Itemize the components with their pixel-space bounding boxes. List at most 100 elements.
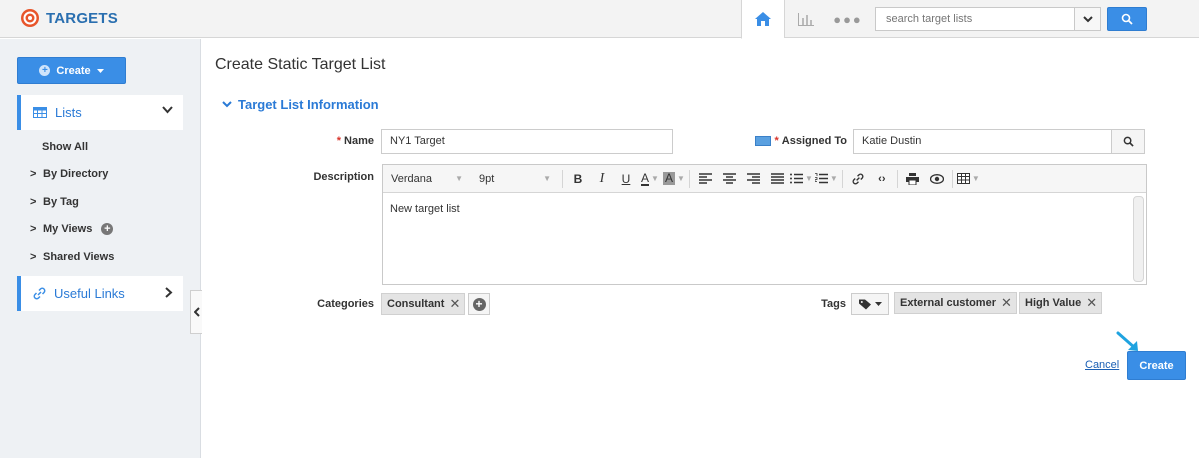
brand[interactable]: TARGETS — [20, 8, 118, 28]
search-filter-dropdown[interactable] — [1074, 8, 1100, 30]
name-label-text: Name — [344, 135, 374, 147]
justify-icon[interactable] — [766, 169, 788, 189]
align-center-icon[interactable] — [718, 169, 740, 189]
tags-label: Tags — [821, 298, 846, 310]
plus-circle-icon: + — [472, 297, 486, 311]
category-tag-label: Consultant — [387, 298, 445, 310]
home-icon — [755, 12, 771, 26]
chevron-right-icon: > — [30, 223, 37, 235]
sidebar-item-by-directory[interactable]: > By Directory — [30, 168, 108, 180]
sidebar-item-show-all[interactable]: Show All — [42, 141, 88, 153]
name-label: * Name — [300, 135, 374, 147]
close-icon[interactable]: ✕ — [449, 296, 460, 312]
app-title: TARGETS — [46, 9, 118, 27]
tag-chip: High Value ✕ — [1019, 292, 1103, 314]
sidebar-item-shared-views[interactable]: > Shared Views — [30, 251, 114, 263]
required-marker: * — [774, 135, 779, 147]
create-button-label: Create — [56, 64, 91, 77]
toolbar-divider — [951, 169, 953, 188]
lists-panel-header[interactable]: Lists — [17, 95, 183, 130]
bar-chart-icon — [798, 13, 814, 26]
description-label: Description — [313, 171, 374, 183]
sidebar-item-label: My Views — [43, 223, 93, 235]
underline-icon[interactable]: U — [615, 169, 637, 189]
lists-label: Lists — [55, 105, 82, 120]
required-marker: * — [336, 135, 342, 147]
toolbar-divider — [562, 169, 563, 188]
cancel-link[interactable]: Cancel — [1085, 359, 1119, 371]
insert-table-icon[interactable]: ▼ — [956, 169, 980, 189]
chevron-right-icon — [165, 287, 173, 298]
editor-toolbar: Verdana ▼ 9pt ▼ B I U A ▼ A ▼ ▼ ▼ ‹› ▼ — [383, 165, 1146, 193]
caret-down-icon — [874, 302, 882, 306]
top-nav: ●●● — [741, 0, 869, 39]
toolbar-divider — [689, 169, 690, 188]
sidebar-item-label: By Tag — [43, 196, 79, 208]
bold-icon[interactable]: B — [567, 169, 589, 189]
tag-picker-button[interactable] — [851, 293, 889, 315]
plus-circle-icon: + — [39, 65, 51, 76]
background-color-icon[interactable]: A ▼ — [663, 169, 685, 189]
print-icon[interactable] — [902, 169, 924, 189]
source-code-icon[interactable]: ‹› — [871, 169, 893, 189]
font-family-select[interactable]: Verdana ▼ — [383, 169, 471, 189]
contact-card-icon — [754, 136, 771, 147]
numbered-list-icon[interactable]: ▼ — [814, 169, 838, 189]
caret-down-icon: ▼ — [543, 174, 551, 183]
sidebar-item-my-views[interactable]: > My Views + — [30, 223, 114, 235]
description-editor: Verdana ▼ 9pt ▼ B I U A ▼ A ▼ ▼ ▼ ‹› ▼ N… — [382, 164, 1147, 285]
toolbar-divider — [841, 169, 843, 188]
font-size-value: 9pt — [479, 172, 495, 185]
more-tab[interactable]: ●●● — [827, 0, 869, 38]
table-icon — [33, 107, 47, 118]
tag-chip-label: External customer — [900, 297, 996, 309]
text-color-icon[interactable]: A ▼ — [639, 169, 661, 189]
chevron-right-icon: > — [30, 196, 37, 208]
align-right-icon[interactable] — [742, 169, 764, 189]
section-title: Target List Information — [238, 97, 379, 112]
italic-icon[interactable]: I — [591, 169, 613, 189]
sidebar-item-label: Shared Views — [43, 251, 115, 263]
toolbar-divider — [896, 169, 898, 188]
home-tab[interactable] — [741, 0, 784, 39]
assigned-to-lookup-button[interactable] — [1111, 129, 1145, 154]
bullet-list-icon[interactable]: ▼ — [790, 169, 813, 189]
create-submit-button[interactable]: Create — [1127, 351, 1186, 380]
font-family-value: Verdana — [391, 172, 432, 185]
sidebar-collapse-handle[interactable] — [190, 290, 202, 334]
search-box — [875, 7, 1101, 31]
assigned-to-field[interactable]: Katie Dustin — [853, 129, 1112, 154]
chevron-down-icon — [222, 101, 232, 108]
close-icon[interactable]: ✕ — [1001, 295, 1012, 311]
font-size-select[interactable]: 9pt ▼ — [471, 169, 559, 189]
top-bar: TARGETS ●●● — [0, 0, 1199, 39]
reports-tab[interactable] — [784, 0, 827, 38]
more-dots-icon: ●●● — [833, 11, 863, 27]
assigned-to-label-text: Assigned To — [781, 135, 847, 147]
align-left-icon[interactable] — [694, 169, 716, 189]
category-tag: Consultant ✕ — [381, 293, 466, 315]
useful-links-panel-header[interactable]: Useful Links — [17, 276, 183, 311]
editor-scrollbar[interactable] — [1133, 196, 1144, 282]
categories-label: Categories — [317, 298, 374, 310]
search-button[interactable] — [1107, 7, 1147, 31]
insert-link-icon[interactable] — [847, 169, 869, 189]
add-view-icon[interactable]: + — [101, 223, 114, 235]
tag-chip-label: High Value — [1025, 297, 1082, 309]
caret-down-icon — [96, 68, 104, 73]
search-input[interactable] — [876, 8, 1072, 30]
section-toggle[interactable]: Target List Information — [222, 97, 379, 112]
sidebar-item-by-tag[interactable]: > By Tag — [30, 196, 79, 208]
link-icon — [33, 287, 46, 300]
targets-logo-icon — [21, 9, 39, 27]
add-category-button[interactable]: + — [468, 293, 490, 315]
description-content[interactable]: New target list — [383, 193, 1146, 225]
name-field[interactable]: NY1 Target — [381, 129, 673, 154]
caret-down-icon: ▼ — [455, 174, 463, 183]
preview-eye-icon[interactable] — [926, 169, 948, 189]
chevron-down-icon — [162, 106, 173, 114]
search-icon — [1123, 136, 1134, 147]
sidebar-create-button[interactable]: + Create — [17, 57, 126, 84]
sidebar-item-label: By Directory — [43, 168, 109, 180]
close-icon[interactable]: ✕ — [1086, 295, 1097, 311]
